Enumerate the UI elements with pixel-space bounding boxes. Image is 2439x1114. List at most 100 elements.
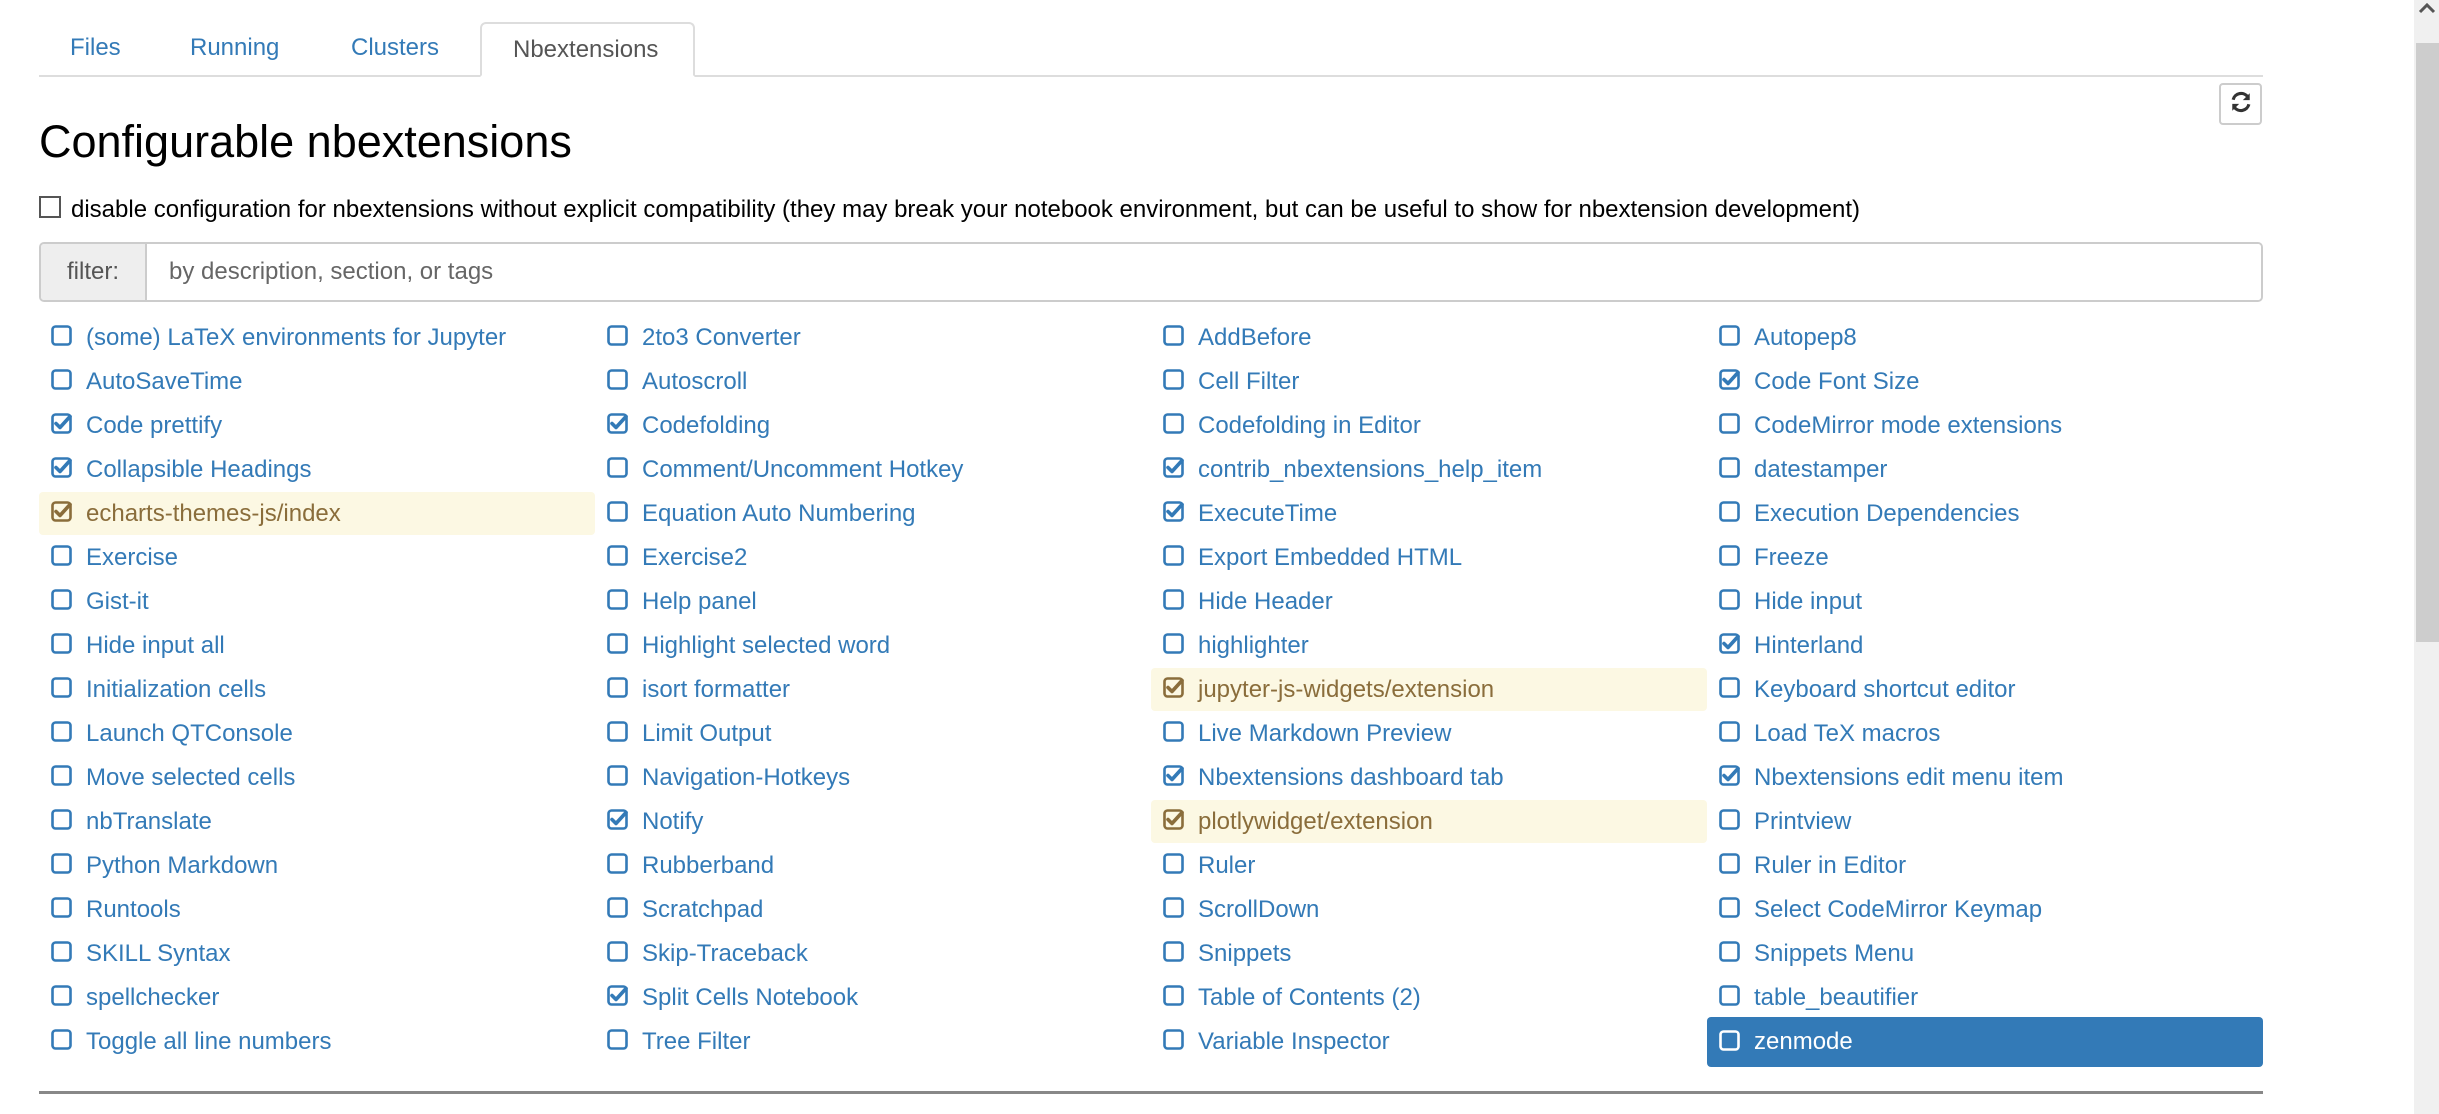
extension-item[interactable]: Nbextensions dashboard tab — [1151, 756, 1707, 799]
unchecked-checkbox-icon[interactable] — [607, 853, 628, 874]
unchecked-checkbox-icon[interactable] — [1163, 369, 1184, 390]
extension-item[interactable]: Cell Filter — [1151, 360, 1707, 403]
unchecked-checkbox-icon[interactable] — [1719, 853, 1740, 874]
checked-checkbox-icon[interactable] — [1719, 369, 1740, 390]
extension-item[interactable]: Ruler in Editor — [1707, 844, 2263, 887]
extension-item[interactable]: Highlight selected word — [595, 624, 1151, 667]
unchecked-checkbox-icon[interactable] — [1163, 897, 1184, 918]
extension-item[interactable]: echarts-themes-js/index — [39, 492, 595, 535]
unchecked-checkbox-icon[interactable] — [607, 501, 628, 522]
extension-item[interactable]: Move selected cells — [39, 756, 595, 799]
extension-item[interactable]: Ruler — [1151, 844, 1707, 887]
checked-checkbox-icon[interactable] — [1163, 809, 1184, 830]
extension-item[interactable]: Hide input — [1707, 580, 2263, 623]
checked-checkbox-icon[interactable] — [1163, 457, 1184, 478]
extension-item[interactable]: isort formatter — [595, 668, 1151, 711]
unchecked-checkbox-icon[interactable] — [1163, 985, 1184, 1006]
extension-item[interactable]: Code Font Size — [1707, 360, 2263, 403]
unchecked-checkbox-icon[interactable] — [1719, 325, 1740, 346]
extension-item[interactable]: Table of Contents (2) — [1151, 976, 1707, 1019]
checked-checkbox-icon[interactable] — [1719, 765, 1740, 786]
extension-item[interactable]: Load TeX macros — [1707, 712, 2263, 755]
unchecked-checkbox-icon[interactable] — [51, 545, 72, 566]
extension-item[interactable]: SKILL Syntax — [39, 932, 595, 975]
unchecked-checkbox-icon[interactable] — [1719, 1029, 1740, 1051]
unchecked-checkbox-icon[interactable] — [1719, 501, 1740, 522]
vertical-scrollbar[interactable] — [2414, 0, 2439, 1114]
extension-item[interactable]: Variable Inspector — [1151, 1020, 1707, 1063]
unchecked-checkbox-icon[interactable] — [1163, 633, 1184, 654]
unchecked-checkbox-icon[interactable] — [1719, 985, 1740, 1006]
extension-item[interactable]: plotlywidget/extension — [1151, 800, 1707, 843]
extension-item[interactable]: jupyter-js-widgets/extension — [1151, 668, 1707, 711]
unchecked-checkbox-icon[interactable] — [51, 677, 72, 698]
extension-item[interactable]: Codefolding in Editor — [1151, 404, 1707, 447]
unchecked-checkbox-icon[interactable] — [1719, 545, 1740, 566]
checked-checkbox-icon[interactable] — [607, 413, 628, 434]
extension-item[interactable]: Codefolding — [595, 404, 1151, 447]
unchecked-checkbox-icon[interactable] — [607, 765, 628, 786]
extension-item[interactable]: Exercise — [39, 536, 595, 579]
unchecked-checkbox-icon[interactable] — [51, 809, 72, 830]
extension-item[interactable]: zenmode — [1707, 1017, 2263, 1067]
tab-files[interactable]: Files — [39, 22, 152, 75]
extension-item[interactable]: Keyboard shortcut editor — [1707, 668, 2263, 711]
unchecked-checkbox-icon[interactable] — [1719, 809, 1740, 830]
extension-item[interactable]: Execution Dependencies — [1707, 492, 2263, 535]
extension-item[interactable]: Export Embedded HTML — [1151, 536, 1707, 579]
checked-checkbox-icon[interactable] — [51, 457, 72, 478]
unchecked-checkbox-icon[interactable] — [607, 721, 628, 742]
extension-item[interactable]: Python Markdown — [39, 844, 595, 887]
scroll-up-button[interactable] — [2414, 0, 2439, 20]
checked-checkbox-icon[interactable] — [607, 985, 628, 1006]
unchecked-checkbox-icon[interactable] — [1163, 413, 1184, 434]
unchecked-checkbox-icon[interactable] — [51, 369, 72, 390]
extension-item[interactable]: Code prettify — [39, 404, 595, 447]
unchecked-checkbox-icon[interactable] — [607, 941, 628, 962]
unchecked-checkbox-icon[interactable] — [1163, 1029, 1184, 1050]
disable-compat-option[interactable]: disable configuration for nbextensions w… — [39, 193, 1860, 227]
extension-item[interactable]: Skip-Traceback — [595, 932, 1151, 975]
extension-item[interactable]: table_beautifier — [1707, 976, 2263, 1019]
extension-item[interactable]: Notify — [595, 800, 1151, 843]
extension-item[interactable]: highlighter — [1151, 624, 1707, 667]
unchecked-checkbox-icon[interactable] — [51, 325, 72, 346]
checked-checkbox-icon[interactable] — [1163, 501, 1184, 522]
extension-item[interactable]: Navigation-Hotkeys — [595, 756, 1151, 799]
unchecked-checkbox-icon[interactable] — [607, 589, 628, 610]
refresh-button[interactable] — [2219, 83, 2262, 125]
extension-item[interactable]: Autopep8 — [1707, 316, 2263, 359]
extension-item[interactable]: Printview — [1707, 800, 2263, 843]
unchecked-checkbox-icon[interactable] — [51, 633, 72, 654]
extension-item[interactable]: Freeze — [1707, 536, 2263, 579]
extension-item[interactable]: nbTranslate — [39, 800, 595, 843]
unchecked-checkbox-icon[interactable] — [1719, 589, 1740, 610]
extension-item[interactable]: Snippets Menu — [1707, 932, 2263, 975]
checked-checkbox-icon[interactable] — [1163, 677, 1184, 698]
tab-nbextensions[interactable]: Nbextensions — [480, 22, 695, 77]
extension-item[interactable]: Exercise2 — [595, 536, 1151, 579]
extension-item[interactable]: spellchecker — [39, 976, 595, 1019]
unchecked-checkbox-icon[interactable] — [1719, 457, 1740, 478]
unchecked-checkbox-icon[interactable] — [607, 677, 628, 698]
unchecked-checkbox-icon[interactable] — [607, 1029, 628, 1050]
unchecked-checkbox-icon[interactable] — [607, 369, 628, 390]
unchecked-checkbox-icon[interactable] — [1163, 853, 1184, 874]
unchecked-checkbox-icon[interactable] — [1163, 545, 1184, 566]
unchecked-checkbox-icon[interactable] — [1163, 589, 1184, 610]
extension-item[interactable]: Equation Auto Numbering — [595, 492, 1151, 535]
unchecked-checkbox-icon[interactable] — [607, 897, 628, 918]
unchecked-checkbox-icon[interactable] — [1719, 721, 1740, 742]
extension-item[interactable]: Limit Output — [595, 712, 1151, 755]
unchecked-checkbox-icon[interactable] — [1719, 897, 1740, 918]
checked-checkbox-icon[interactable] — [1719, 633, 1740, 654]
extension-item[interactable]: Toggle all line numbers — [39, 1020, 595, 1063]
unchecked-checkbox-icon[interactable] — [1719, 413, 1740, 434]
unchecked-checkbox-icon[interactable] — [607, 545, 628, 566]
checked-checkbox-icon[interactable] — [1163, 765, 1184, 786]
extension-item[interactable]: Scratchpad — [595, 888, 1151, 931]
unchecked-checkbox-icon[interactable] — [51, 985, 72, 1006]
extension-item[interactable]: Live Markdown Preview — [1151, 712, 1707, 755]
tab-clusters[interactable]: Clusters — [320, 22, 470, 75]
extension-item[interactable]: Rubberband — [595, 844, 1151, 887]
